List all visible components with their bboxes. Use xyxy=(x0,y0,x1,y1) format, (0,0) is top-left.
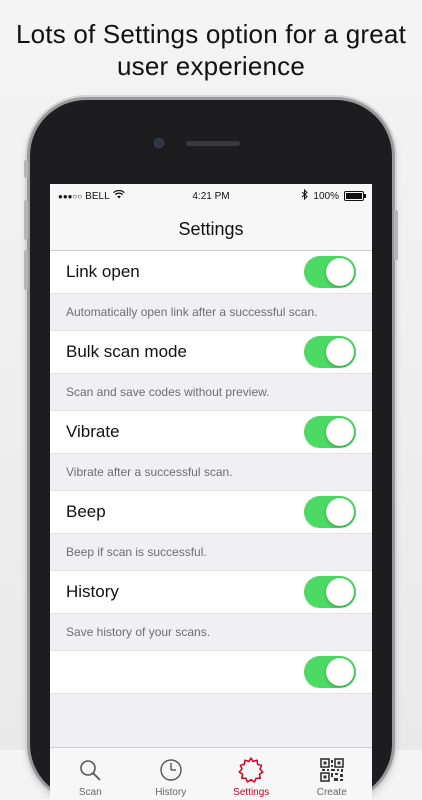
setting-next-partial xyxy=(50,650,372,694)
volume-up-button xyxy=(24,200,28,240)
tab-bar: Scan History Settings Create xyxy=(50,747,372,800)
power-button xyxy=(394,210,398,260)
headline-line-2: user experience xyxy=(117,51,305,81)
toggle-knob xyxy=(326,418,354,446)
qr-code-icon xyxy=(318,756,346,784)
toggle-knob xyxy=(326,338,354,366)
earpiece-speaker xyxy=(186,141,240,146)
bulk-scan-mode-toggle[interactable] xyxy=(304,336,356,368)
setting-label: History xyxy=(66,582,119,601)
clock-icon xyxy=(157,756,185,784)
settings-list: Link open Automatically open link after … xyxy=(50,251,372,694)
tab-label: Scan xyxy=(78,787,102,798)
history-toggle[interactable] xyxy=(304,576,356,608)
toggle-knob xyxy=(326,258,354,286)
status-time: 4:21 PM xyxy=(192,190,230,202)
setting-label: Link open xyxy=(66,262,140,281)
setting-description: Vibrate after a successful scan. xyxy=(66,465,233,479)
magnifier-icon xyxy=(76,756,104,784)
setting-description: Beep if scan is successful. xyxy=(66,545,207,559)
setting-link-open: Link open xyxy=(50,251,372,294)
setting-bulk-scan-mode: Bulk scan mode xyxy=(50,330,372,374)
setting-description: Automatically open link after a successf… xyxy=(66,305,318,319)
toggle-knob xyxy=(326,578,354,606)
setting-beep: Beep xyxy=(50,490,372,534)
link-open-toggle[interactable] xyxy=(304,256,356,288)
app-screen: ●●●○○ BELL 4:21 PM 100% Settings Link op… xyxy=(50,184,372,800)
mute-switch xyxy=(24,160,28,178)
setting-label: Bulk scan mode xyxy=(66,342,187,361)
next-setting-toggle[interactable] xyxy=(304,656,356,688)
tab-settings[interactable]: Settings xyxy=(211,748,292,800)
front-camera xyxy=(154,138,164,148)
tab-history[interactable]: History xyxy=(131,748,212,800)
tab-create[interactable]: Create xyxy=(292,748,373,800)
toggle-knob xyxy=(326,658,354,686)
volume-down-button xyxy=(24,250,28,290)
setting-label: Beep xyxy=(66,502,106,521)
setting-description: Scan and save codes without preview. xyxy=(66,385,270,399)
tab-label: Settings xyxy=(233,787,270,798)
vibrate-toggle[interactable] xyxy=(304,416,356,448)
headline-line-1: Lots of Settings option for a great xyxy=(15,19,407,49)
battery-icon xyxy=(344,191,366,201)
tab-scan[interactable]: Scan xyxy=(50,748,131,800)
setting-label: Vibrate xyxy=(66,422,120,441)
tab-label: History xyxy=(155,787,187,798)
toggle-knob xyxy=(326,498,354,526)
nav-bar: Settings xyxy=(50,208,372,251)
setting-description: Save history of your scans. xyxy=(66,625,211,639)
phone-frame: ●●●○○ BELL 4:21 PM 100% Settings Link op… xyxy=(24,100,398,800)
gear-icon xyxy=(237,756,265,784)
setting-history: History xyxy=(50,570,372,614)
setting-vibrate: Vibrate xyxy=(50,410,372,454)
beep-toggle[interactable] xyxy=(304,496,356,528)
tab-label: Create xyxy=(316,787,347,798)
status-bar: ●●●○○ BELL 4:21 PM 100% xyxy=(50,184,372,208)
page-title: Settings xyxy=(178,218,244,239)
promo-headline: Lots of Settings option for a great user… xyxy=(0,18,422,82)
